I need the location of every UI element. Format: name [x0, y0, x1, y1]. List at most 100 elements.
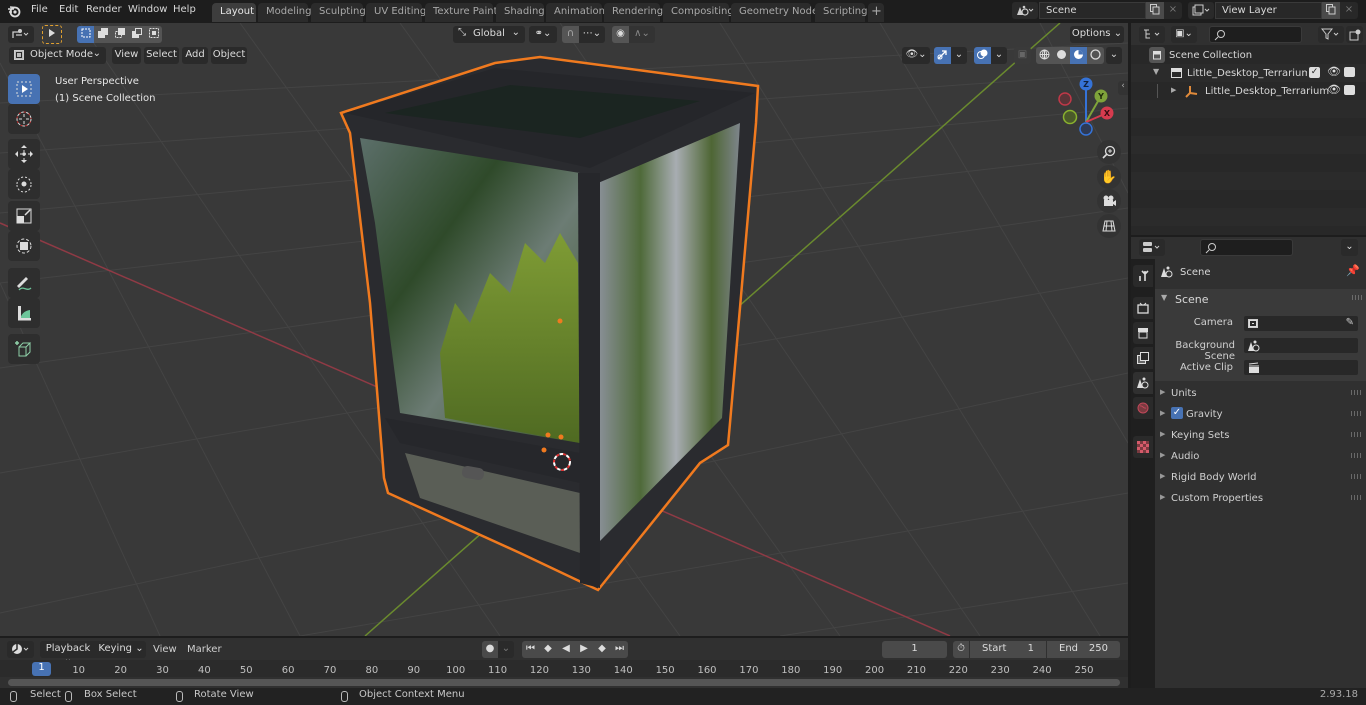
auto-keying-toggle[interactable]: ● — [482, 641, 498, 658]
outliner-row-collection[interactable]: ▼ Little_Desktop_Terrarium_witl ✓ 👁 — [1131, 64, 1366, 82]
tab-view-layer[interactable] — [1133, 347, 1153, 369]
snap-target-dropdown[interactable]: ⋯⌄ — [579, 26, 605, 43]
panel-keying-sets[interactable]: ▶ Keying Sets — [1155, 426, 1365, 446]
scene-browse-button[interactable] — [1012, 2, 1038, 19]
jump-to-end-button[interactable]: ⏭ — [611, 641, 628, 658]
active-clip-field[interactable] — [1243, 359, 1359, 376]
jump-prev-keyframe-button[interactable]: ◆ — [539, 641, 557, 658]
snap-toggle[interactable]: ∩ — [562, 26, 579, 43]
panel-units[interactable]: ▶ Units — [1155, 384, 1365, 404]
tab-texture[interactable] — [1133, 436, 1153, 458]
timeline-marker-menu[interactable]: Marker — [187, 644, 222, 655]
tab-layout[interactable]: Layout — [212, 3, 256, 22]
play-button[interactable]: ▶ — [575, 641, 593, 658]
zoom-view-button[interactable] — [1097, 140, 1121, 164]
outliner-search-input[interactable] — [1209, 26, 1302, 43]
tab-output[interactable] — [1133, 322, 1153, 344]
background-scene-field[interactable] — [1243, 337, 1359, 354]
shading-dropdown[interactable]: ⌄ — [1106, 47, 1122, 64]
timeline-view-menu[interactable]: View — [153, 644, 177, 655]
scene-remove-button[interactable]: × — [1164, 2, 1182, 19]
panel-rigid-body-world[interactable]: ▶ Rigid Body World — [1155, 468, 1365, 488]
tool-transform[interactable] — [8, 231, 40, 261]
frame-start-field[interactable]: Start 1 — [970, 641, 1046, 658]
pivot-point-dropdown[interactable]: ⚭⌄ — [529, 26, 557, 43]
expand-toggle-icon[interactable]: ▶ — [1171, 86, 1176, 94]
view-layer-copy-button[interactable] — [1322, 2, 1340, 19]
mode-dropdown[interactable]: Object Mode ⌄ — [9, 47, 106, 64]
sidebar-toggle-icon[interactable]: ‹ — [1118, 81, 1128, 95]
tab-scripting[interactable]: Scripting — [815, 3, 867, 22]
select-mode-new[interactable] — [77, 26, 94, 43]
tab-compositing[interactable]: Compositing — [663, 3, 734, 22]
exclude-checkbox[interactable]: ✓ — [1309, 67, 1320, 78]
pin-icon[interactable]: 📌 — [1346, 264, 1360, 277]
3d-viewport[interactable]: Global ⌄ ⤡ ⚭⌄ ∩ ⋯⌄ ◉ ∧⌄ Options ⌄ Object… — [0, 23, 1128, 636]
panel-gravity[interactable]: ▶ ✓ Gravity — [1155, 405, 1365, 425]
tool-select-box[interactable] — [8, 74, 40, 104]
auto-keying-dropdown[interactable]: ⌄ — [498, 641, 514, 658]
tool-add-cube[interactable] — [8, 334, 40, 364]
drag-handle-icon[interactable] — [1351, 432, 1361, 437]
tool-measure[interactable] — [8, 298, 40, 328]
drag-handle-icon[interactable] — [1352, 295, 1362, 300]
tab-sculpting[interactable]: Sculpting — [311, 3, 366, 22]
camera-field[interactable]: ✎ — [1243, 315, 1359, 332]
tool-cursor[interactable] — [8, 104, 40, 134]
tab-scene[interactable] — [1133, 372, 1153, 394]
drag-handle-icon[interactable] — [1351, 411, 1361, 416]
shading-material-preview[interactable] — [1070, 47, 1087, 64]
pan-view-button[interactable]: ✋ — [1097, 165, 1121, 189]
scene-name-field[interactable]: Scene — [1039, 2, 1146, 19]
current-frame-field[interactable]: 1 — [882, 641, 947, 658]
gravity-checkbox[interactable]: ✓ — [1171, 407, 1183, 419]
visibility-dropdown[interactable]: 👁⌄ — [902, 47, 930, 64]
shading-solid[interactable] — [1053, 47, 1070, 64]
shading-rendered[interactable] — [1087, 47, 1104, 64]
tab-animation[interactable]: Animation — [546, 3, 605, 22]
playback-menu[interactable]: Playback ⌄ — [40, 641, 96, 665]
view-menu[interactable]: View — [112, 47, 141, 64]
gizmo-toggle[interactable] — [934, 47, 951, 64]
playhead[interactable]: 1 — [32, 662, 51, 676]
visibility-eye-icon[interactable]: 👁 — [1327, 65, 1341, 78]
menu-edit[interactable]: Edit — [59, 4, 78, 15]
drag-handle-icon[interactable] — [1351, 495, 1361, 500]
select-mode-intersect[interactable] — [145, 26, 162, 43]
proportional-edit-toggle[interactable]: ◉ — [612, 26, 629, 43]
tool-settings-button[interactable] — [42, 25, 62, 44]
tab-uv-editing[interactable]: UV Editing — [366, 3, 426, 22]
tab-modeling[interactable]: Modeling — [258, 3, 312, 22]
tab-geometry-nodes[interactable]: Geometry Nodes — [731, 3, 823, 22]
xray-toggle[interactable]: ▣ — [1014, 47, 1031, 64]
render-camera-icon[interactable] — [1344, 67, 1355, 77]
properties-options-dropdown[interactable]: ⌄ — [1341, 239, 1358, 256]
properties-editor-type-button[interactable] — [1139, 239, 1165, 256]
camera-view-button[interactable] — [1097, 189, 1121, 213]
options-dropdown[interactable]: Options ⌄ — [1070, 26, 1124, 43]
menu-window[interactable]: Window — [128, 4, 167, 15]
outliner-row-scene-collection[interactable]: Scene Collection — [1131, 46, 1366, 64]
frame-end-field[interactable]: End 250 — [1047, 641, 1120, 658]
display-mode-dropdown[interactable]: ▣⌄ — [1171, 26, 1197, 43]
add-menu[interactable]: Add — [182, 47, 208, 64]
outliner-editor-type-button[interactable] — [1139, 26, 1165, 43]
overlay-toggle[interactable] — [974, 47, 991, 64]
blender-logo-icon[interactable] — [6, 3, 22, 19]
select-mode-subtract[interactable] — [111, 26, 128, 43]
ortho-toggle-button[interactable] — [1097, 214, 1121, 238]
panel-audio[interactable]: ▶ Audio — [1155, 447, 1365, 467]
jump-to-start-button[interactable]: ⏮ — [522, 641, 539, 658]
gizmo-dropdown[interactable]: ⌄ — [951, 47, 967, 64]
view-layer-name-field[interactable]: View Layer — [1215, 2, 1322, 19]
play-reverse-button[interactable]: ◀ — [557, 641, 575, 658]
tab-world[interactable] — [1133, 397, 1153, 419]
scene-copy-button[interactable] — [1146, 2, 1164, 19]
timeline-editor-type-button[interactable] — [7, 641, 34, 658]
properties-search-input[interactable] — [1200, 239, 1293, 256]
outliner-row-empty[interactable]: ▶ Little_Desktop_Terrarium 👁 — [1131, 82, 1366, 100]
navigation-gizmo[interactable]: Z Y X — [1055, 76, 1115, 136]
object-menu[interactable]: Object — [211, 47, 247, 64]
transform-orientation-dropdown[interactable]: Global ⌄ ⤡ — [453, 26, 525, 43]
use-preview-range-toggle[interactable]: ⏱ — [953, 641, 969, 658]
